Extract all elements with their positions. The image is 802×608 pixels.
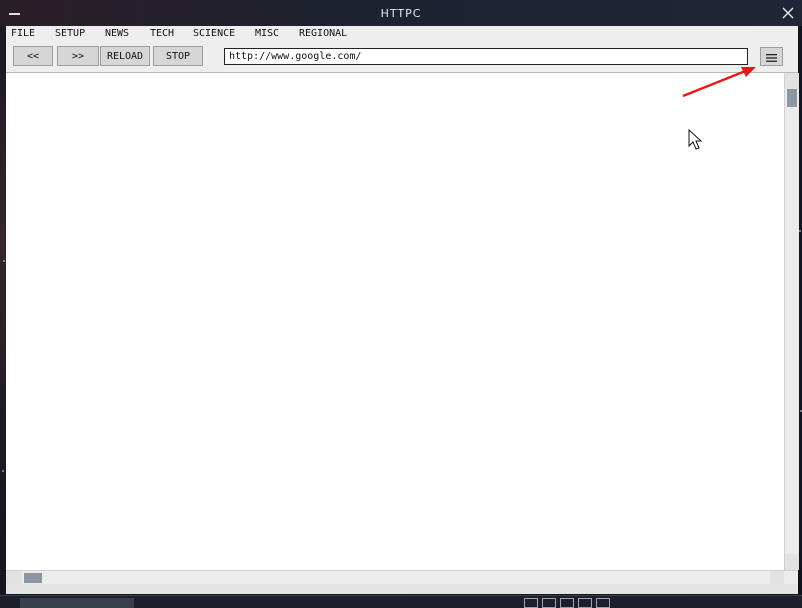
horizontal-scrollbar[interactable] [6, 570, 798, 585]
status-bar [6, 584, 798, 594]
reload-button[interactable]: RELOAD [100, 46, 150, 66]
title-bar: HTTPC [0, 0, 802, 26]
close-icon[interactable] [780, 5, 796, 21]
menu-bar: FILE SETUP NEWS TECH SCIENCE MISC REGION… [6, 26, 798, 42]
page-content[interactable] [6, 73, 784, 570]
toolbar: << >> RELOAD STOP [6, 42, 798, 73]
scroll-right-button[interactable] [770, 571, 784, 585]
forward-button[interactable]: >> [57, 46, 99, 66]
menu-item-regional[interactable]: REGIONAL [299, 28, 347, 39]
vertical-scrollbar[interactable] [784, 73, 799, 570]
scroll-down-button[interactable] [785, 554, 799, 570]
window-title: HTTPC [380, 7, 422, 20]
back-button[interactable]: << [13, 46, 53, 66]
stop-button[interactable]: STOP [153, 46, 203, 66]
scroll-up-button[interactable] [785, 73, 799, 89]
url-input[interactable] [224, 48, 748, 65]
horizontal-scroll-thumb[interactable] [24, 573, 42, 583]
menu-item-science[interactable]: SCIENCE [193, 28, 235, 39]
scroll-left-button[interactable] [6, 571, 22, 585]
menu-item-misc[interactable]: MISC [255, 28, 279, 39]
menu-item-tech[interactable]: TECH [150, 28, 174, 39]
hamburger-icon [766, 47, 777, 66]
taskbar [0, 595, 802, 608]
menu-item-file[interactable]: FILE [11, 28, 35, 39]
menu-button[interactable] [760, 47, 783, 66]
menu-item-setup[interactable]: SETUP [55, 28, 85, 39]
vertical-scroll-thumb[interactable] [787, 89, 797, 107]
browser-window: HTTPC FILE SETUP NEWS TECH SCIENCE MISC … [0, 0, 802, 594]
menu-item-news[interactable]: NEWS [105, 28, 129, 39]
